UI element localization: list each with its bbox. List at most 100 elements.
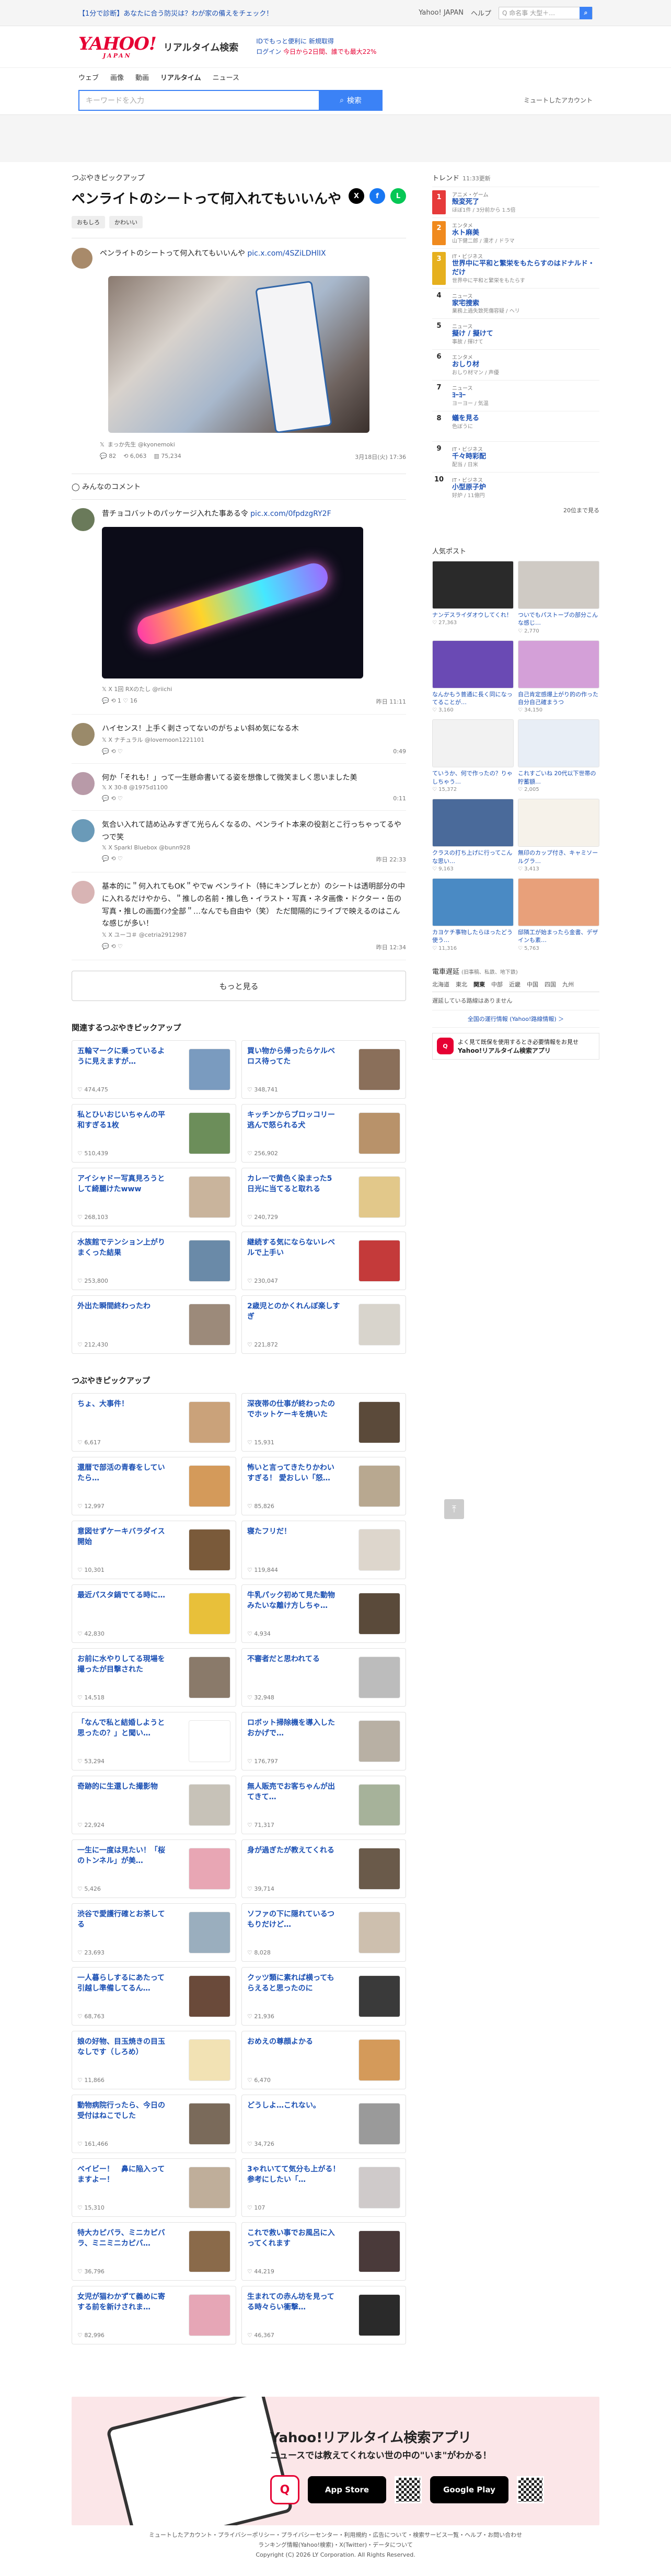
card-thumbnail[interactable] bbox=[189, 1465, 230, 1508]
pickup-card[interactable]: 最近パスタ鍋でてる時に… ♡ 42,830 bbox=[72, 1584, 236, 1643]
popular-item[interactable]: ついでもパストーブの部分こんな感じ… ♡ 2,770 bbox=[518, 560, 599, 636]
card-title[interactable]: ロボット掃除機を導入したおかげで… bbox=[247, 1718, 341, 1739]
yahoo-japan-link[interactable]: Yahoo! JAPAN bbox=[419, 9, 464, 17]
popular-image[interactable] bbox=[518, 719, 599, 768]
trend-name[interactable]: 水ト麻美 bbox=[452, 229, 599, 238]
pickup-card[interactable]: 還暦で部活の青春をしていたら… ♡ 12,997 bbox=[72, 1457, 236, 1516]
popular-title[interactable]: 自己肯定感爆上がり的の作った自分自己確まうつ bbox=[518, 691, 599, 707]
card-title[interactable]: ちょ、大事件！ bbox=[77, 1399, 171, 1409]
card-title[interactable]: ソファの下に隠れているつもりだけど… bbox=[247, 1909, 341, 1930]
pickup-card[interactable]: 寝たフリだ！ ♡ 119,844 bbox=[241, 1521, 406, 1580]
pickup-card[interactable]: ロボット掃除機を導入したおかげで… ♡ 176,797 bbox=[241, 1712, 406, 1771]
card-thumbnail[interactable] bbox=[358, 1401, 400, 1444]
card-thumbnail[interactable] bbox=[189, 1240, 230, 1282]
pickup-card[interactable]: 3ゃれいてて気分も上がる！ 参考にしたい「… ♡ 107 bbox=[241, 2158, 406, 2217]
popular-title[interactable]: カヨケチ事物したらほったどう使う… bbox=[432, 928, 514, 945]
card-thumbnail[interactable] bbox=[358, 2230, 400, 2273]
card-title[interactable]: クッツ類に素れば横ってもらえると思ったのに bbox=[247, 1973, 341, 1994]
tab-video[interactable]: 動画 bbox=[135, 72, 149, 82]
popular-item[interactable]: カヨケチ事物したらほったどう使う… ♡ 11,316 bbox=[432, 878, 514, 953]
region-tab[interactable]: 近畿 bbox=[509, 980, 520, 988]
post-image[interactable] bbox=[108, 276, 369, 433]
search-button[interactable]: ⌕ 検索 bbox=[319, 89, 383, 111]
card-thumbnail[interactable] bbox=[358, 2167, 400, 2209]
trend-name[interactable]: ﾖｰﾖｰ bbox=[452, 392, 599, 400]
region-tab[interactable]: 中国 bbox=[527, 980, 538, 988]
card-thumbnail[interactable] bbox=[358, 1304, 400, 1346]
card-thumbnail[interactable] bbox=[358, 1720, 400, 1763]
avatar[interactable] bbox=[72, 248, 92, 269]
pickup-card[interactable]: お前に水やりしてる現場を撮ったが目撃された ♡ 14,518 bbox=[72, 1648, 236, 1707]
comment-user[interactable]: 𝕏 X 1回 RXのたし @riichi bbox=[102, 685, 406, 693]
card-title[interactable]: アイシャドー写真見ろうとして綺麗けたwww bbox=[77, 1174, 171, 1195]
card-thumbnail[interactable] bbox=[358, 1529, 400, 1571]
comment-user[interactable]: 𝕏 X 30-8 @1975d1100 bbox=[102, 784, 406, 791]
pickup-card[interactable]: 怖いと言ってきたりかわいすぎる！ 愛おしい「怒… ♡ 85,826 bbox=[241, 1457, 406, 1516]
post-link[interactable]: pic.x.com/4SZiLDHlIX bbox=[247, 249, 326, 258]
train-info-link[interactable]: 全国の運行情報 (Yahoo!路線情報) ＞ bbox=[432, 1009, 599, 1028]
popular-item[interactable]: ナンデスライダオウしてくれ！ ♡ 27,363 bbox=[432, 560, 514, 636]
card-thumbnail[interactable] bbox=[358, 1465, 400, 1508]
popular-title[interactable]: これすごいね 20代以下世帯の貯蓄額… bbox=[518, 769, 599, 786]
card-title[interactable]: 深夜帯の仕事が終わったのでホットケーキを焼いた bbox=[247, 1399, 341, 1420]
region-tab[interactable]: 中部 bbox=[491, 980, 503, 988]
trend-name[interactable]: おしり材 bbox=[452, 361, 599, 370]
card-thumbnail[interactable] bbox=[189, 1657, 230, 1699]
card-thumbnail[interactable] bbox=[189, 2167, 230, 2209]
card-thumbnail[interactable] bbox=[189, 2294, 230, 2337]
x-share-icon[interactable]: X bbox=[349, 188, 364, 204]
pickup-card[interactable]: 一人暮らしするにあたって引越し準備してるん… ♡ 68,763 bbox=[72, 1967, 236, 2026]
pickup-card[interactable]: 意図せずケーキバラダイス開始 ♡ 10,301 bbox=[72, 1521, 236, 1580]
region-tab[interactable]: 北海道 bbox=[432, 980, 449, 988]
top-search[interactable]: Q 命名事 大型＋… ⌕ bbox=[499, 6, 593, 19]
service-title[interactable]: リアルタイム検索 bbox=[164, 40, 238, 54]
popular-title[interactable]: 無印のカップ付き、キャミソールグラ… bbox=[518, 849, 599, 865]
card-title[interactable]: 最近パスタ鍋でてる時に… bbox=[77, 1590, 171, 1601]
comment-action-icons[interactable]: 💬 ⟲ 1 ♡ 16 bbox=[102, 697, 137, 706]
trend-item[interactable]: 9 IT・ビジネス 千々時彩配 配当 / 日米 bbox=[432, 441, 599, 472]
popular-image[interactable] bbox=[432, 719, 514, 768]
pickup-card[interactable]: 深夜帯の仕事が終わったのでホットケーキを焼いた ♡ 15,931 bbox=[241, 1393, 406, 1452]
facebook-share-icon[interactable]: f bbox=[369, 188, 385, 204]
card-title[interactable]: これで救い事でお風呂に入ってくれます bbox=[247, 2228, 341, 2249]
app-promo-banner[interactable]: Yahoo!リアルタイム検索アプリ ニュースでは教えてくれない世の中の"いま"が… bbox=[72, 2397, 599, 2526]
comment-action-icons[interactable]: 💬 ⟲ ♡ bbox=[102, 748, 123, 755]
card-thumbnail[interactable] bbox=[358, 2039, 400, 2082]
card-title[interactable]: 私とひいおじいちゃんの平和すぎる1枚 bbox=[77, 1110, 171, 1131]
card-thumbnail[interactable] bbox=[358, 2103, 400, 2145]
card-thumbnail[interactable] bbox=[189, 1176, 230, 1218]
region-tab[interactable]: 四国 bbox=[545, 980, 556, 988]
pickup-card[interactable]: 不審者だと思われてる ♡ 32,948 bbox=[241, 1648, 406, 1707]
card-title[interactable]: 女児が猫わかずて義めに寄する前を新けされま… bbox=[77, 2292, 171, 2313]
trend-item[interactable]: 10 IT・ビジネス 小型原子炉 好炉 / 11億円 bbox=[432, 472, 599, 503]
card-thumbnail[interactable] bbox=[358, 1049, 400, 1091]
card-title[interactable]: 五輪マークに乗っているように見えますが… bbox=[77, 1046, 171, 1067]
popular-image[interactable] bbox=[518, 799, 599, 847]
signup-link[interactable]: IDでもっと便利に 新規取得 bbox=[256, 38, 334, 45]
card-thumbnail[interactable] bbox=[358, 1240, 400, 1282]
card-title[interactable]: 動物病院行ったら、今日の受付はねこでした bbox=[77, 2100, 171, 2122]
post-user[interactable]: 𝕏 まっか先生 @kyonemoki bbox=[100, 440, 406, 448]
card-thumbnail[interactable] bbox=[358, 1657, 400, 1699]
card-thumbnail[interactable] bbox=[189, 1401, 230, 1444]
popular-item[interactable]: なんかもう普通に長く同になってることが… ♡ 3,160 bbox=[432, 640, 514, 716]
login-link[interactable]: ログイン bbox=[256, 48, 281, 55]
popular-image[interactable] bbox=[518, 640, 599, 688]
card-title[interactable]: 継続する気にならないレベルで上手い bbox=[247, 1237, 341, 1259]
card-thumbnail[interactable] bbox=[189, 1529, 230, 1571]
pickup-card[interactable]: 継続する気にならないレベルで上手い ♡ 230,047 bbox=[241, 1232, 406, 1291]
comment-user[interactable]: 𝕏 X Sparkl Bluebox @bunn928 bbox=[102, 844, 406, 851]
pickup-card[interactable]: カレーで黄色く染まった5 日光に当てると取れる ♡ 240,729 bbox=[241, 1168, 406, 1227]
back-to-top-button[interactable]: ⤒ bbox=[444, 1499, 464, 1519]
trend-name[interactable]: 擬け / 擬けて bbox=[452, 330, 599, 339]
pickup-card[interactable]: 特大カピバラ、ミニカピバラ、ミニミニカピバ… ♡ 36,796 bbox=[72, 2222, 236, 2281]
comment-user[interactable]: 𝕏 X ユーコ＃ @cetria2912987 bbox=[102, 930, 406, 939]
card-title[interactable]: 奇跡的に生還した撮影物 bbox=[77, 1781, 171, 1792]
card-title[interactable]: 3ゃれいてて気分も上がる！ 参考にしたい「… bbox=[247, 2164, 347, 2186]
popular-image[interactable] bbox=[432, 878, 514, 927]
pickup-card[interactable]: 動物病院行ったら、今日の受付はねこでした ♡ 161,466 bbox=[72, 2095, 236, 2154]
avatar[interactable] bbox=[72, 722, 95, 746]
card-title[interactable]: 身が過ぎたが教えてくれる bbox=[247, 1845, 341, 1856]
trend-name[interactable]: 蟻を見る bbox=[452, 415, 599, 423]
pickup-card[interactable]: 2歳児とのかくれんぼ楽しすぎ ♡ 221,872 bbox=[241, 1295, 406, 1354]
